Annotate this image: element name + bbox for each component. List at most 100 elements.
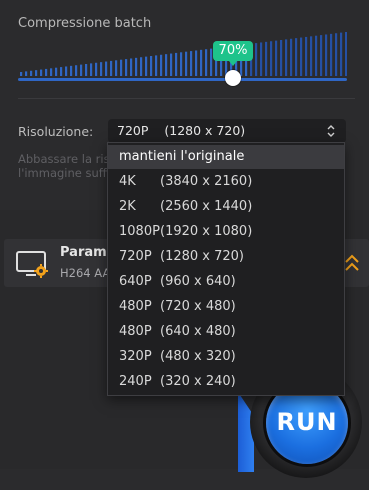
compression-bar	[340, 32, 343, 76]
compression-bar	[310, 36, 313, 76]
option-resolution: 480P	[119, 324, 152, 339]
compression-bar	[270, 41, 273, 76]
option-dimensions: (320 x 240)	[160, 374, 236, 389]
compression-slider-track[interactable]	[18, 78, 347, 81]
compression-bar	[25, 71, 28, 76]
compression-bar	[175, 52, 178, 76]
compression-bar	[55, 67, 58, 76]
option-resolution: 720P	[119, 249, 152, 264]
hint-line-2: l'immagine suffic	[18, 166, 117, 180]
option-dimensions: (1280 x 720)	[160, 249, 244, 264]
resolution-label: Risoluzione:	[18, 124, 94, 139]
resolution-option[interactable]: 240P (320 x 240)	[108, 370, 344, 394]
compression-bar	[115, 60, 118, 76]
option-dimensions: (720 x 480)	[160, 299, 236, 314]
compression-bar	[325, 34, 328, 76]
option-resolution: 320P	[119, 349, 152, 364]
divider	[18, 98, 355, 99]
resolution-dropdown: mantieni l'originale 4K (3840 x 2160) 2K (25…	[107, 142, 345, 396]
resolution-select[interactable]: 720P (1280 x 720)	[108, 119, 346, 143]
compression-bar	[320, 35, 323, 76]
compression-bar	[295, 38, 298, 76]
option-resolution: 1080P	[119, 224, 160, 239]
resolution-option[interactable]: 480P (640 x 480)	[108, 320, 344, 344]
option-resolution: 4K	[119, 174, 136, 189]
resolution-option[interactable]: 4K (3840 x 2160)	[108, 170, 344, 194]
compression-bar	[35, 70, 38, 76]
resolution-option[interactable]: 320P (480 x 320)	[108, 345, 344, 369]
compression-bar	[90, 63, 93, 76]
compression-bar	[280, 40, 283, 76]
resolution-option[interactable]: mantieni l'originale	[108, 145, 344, 169]
compression-bar	[40, 69, 43, 76]
option-dimensions: (640 x 480)	[160, 324, 236, 339]
option-dimensions: (960 x 640)	[160, 274, 236, 289]
compression-bar	[30, 70, 33, 76]
option-resolution: 2K	[119, 199, 136, 214]
compression-slider-thumb[interactable]	[225, 70, 241, 86]
compression-bar	[205, 49, 208, 76]
option-dimensions: (480 x 320)	[160, 349, 236, 364]
collapse-chevron-icon[interactable]	[343, 253, 361, 273]
compression-bar	[155, 55, 158, 76]
compression-bar	[210, 48, 213, 76]
compression-bar	[200, 49, 203, 76]
screen-settings-icon	[16, 251, 48, 278]
compression-bar	[50, 68, 53, 76]
compression-bar	[20, 72, 23, 76]
compression-bar	[135, 57, 138, 76]
resolution-option[interactable]: 480P (720 x 480)	[108, 295, 344, 319]
compression-bar	[185, 51, 188, 76]
resolution-selected-res: 720P	[117, 123, 149, 138]
resolution-option[interactable]: 2K (2560 x 1440)	[108, 195, 344, 219]
resolution-option[interactable]: 640P (960 x 640)	[108, 270, 344, 294]
compression-bar	[85, 64, 88, 76]
option-resolution: 640P	[119, 274, 152, 289]
compression-level-bars[interactable]	[18, 28, 347, 76]
compression-bar	[45, 68, 48, 76]
option-resolution: 240P	[119, 374, 152, 389]
compression-bar	[100, 62, 103, 76]
compression-bar	[170, 53, 173, 76]
compression-bar	[120, 59, 123, 76]
option-dimensions: (1920 x 1080)	[160, 224, 253, 239]
resolution-selected-dim: (1280 x 720)	[164, 123, 246, 138]
compression-bar	[305, 36, 308, 76]
resolution-hint: Abbassare la riso l'immagine suffic	[18, 152, 118, 180]
hint-line-1: Abbassare la riso	[18, 152, 117, 166]
compression-bar	[70, 65, 73, 76]
compression-bar	[105, 61, 108, 76]
resolution-option[interactable]: 1080P (1920 x 1080)	[108, 220, 344, 244]
compression-bar	[160, 54, 163, 76]
option-resolution: mantieni l'originale	[119, 149, 245, 164]
compression-bar	[95, 62, 98, 76]
compression-bar	[130, 58, 133, 76]
compression-bar	[315, 35, 318, 76]
compression-bar	[290, 38, 293, 76]
option-resolution: 480P	[119, 299, 152, 314]
option-dimensions: (3840 x 2160)	[160, 174, 253, 189]
params-subtitle: H264 AA	[60, 266, 111, 280]
compression-bar	[165, 54, 168, 76]
compression-bar	[345, 32, 347, 76]
compression-bar	[260, 42, 263, 76]
compression-bar	[330, 33, 333, 76]
compression-bar	[195, 50, 198, 76]
compression-bar	[145, 56, 148, 76]
compression-bar	[110, 60, 113, 76]
compression-bar	[180, 52, 183, 76]
compression-bar	[65, 66, 68, 76]
compression-bar	[265, 41, 268, 76]
compression-bar	[285, 39, 288, 76]
resolution-option[interactable]: 720P (1280 x 720)	[108, 245, 344, 269]
compression-bar	[60, 67, 63, 76]
option-dimensions: (2560 x 1440)	[160, 199, 253, 214]
compression-bar	[190, 51, 193, 76]
compression-bar	[255, 43, 258, 76]
compression-bar	[275, 40, 278, 76]
compression-bar	[75, 65, 78, 76]
compression-bar	[300, 37, 303, 76]
compression-bar	[335, 33, 338, 76]
compression-bar	[150, 56, 153, 76]
compression-bar	[140, 57, 143, 76]
